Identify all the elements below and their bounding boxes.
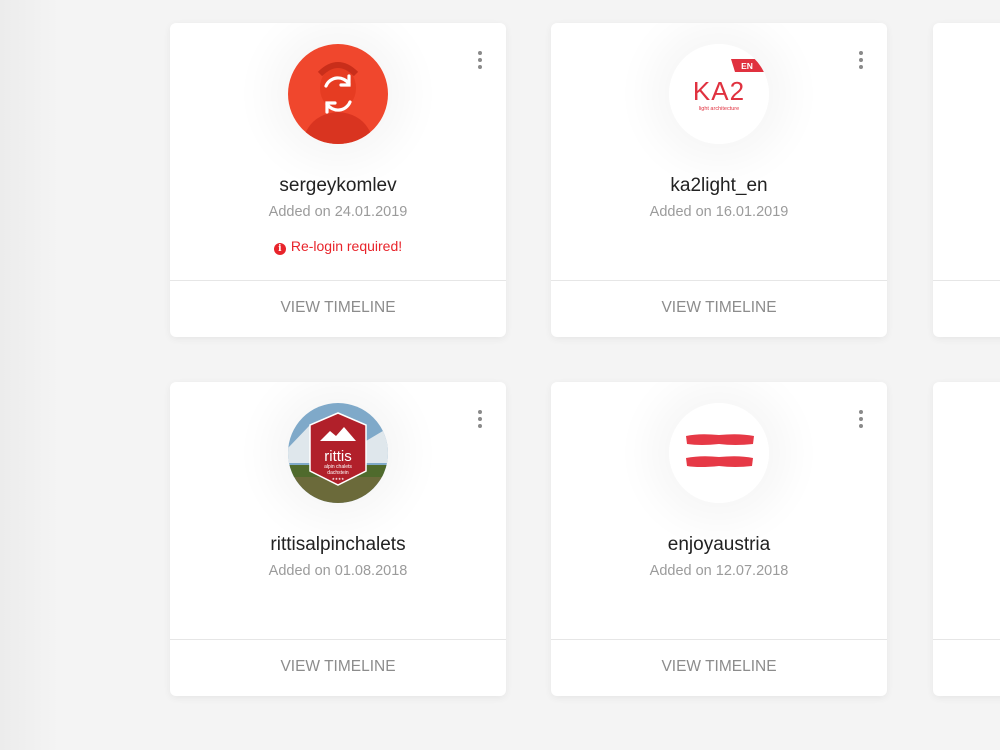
view-timeline-button[interactable]: VIEW TIMELINE (170, 639, 506, 696)
warning-text: Re-login required! (290, 238, 403, 254)
more-options-icon[interactable] (855, 410, 867, 428)
logo-tag: EN (741, 61, 753, 71)
view-timeline-button[interactable]: VIEW TIMELINE (551, 639, 887, 696)
logo-line2: dachstein (327, 470, 349, 476)
more-options-icon[interactable] (855, 51, 867, 69)
avatar (288, 44, 388, 144)
relogin-warning[interactable]: i Re-login required! (170, 238, 506, 255)
account-card-partial (933, 23, 1000, 337)
sidebar-edge (0, 0, 60, 750)
more-options-icon[interactable] (474, 410, 486, 428)
account-name: rittisalpinchalets (270, 534, 406, 555)
view-timeline-button[interactable] (933, 280, 1000, 337)
account-card-partial (933, 382, 1000, 696)
added-date: Added on 24.01.2019 (268, 204, 408, 220)
account-card: EN KA2 light architecture ka2light_en Ad… (551, 23, 887, 337)
view-timeline-button[interactable]: VIEW TIMELINE (551, 280, 887, 337)
account-card: enjoyaustria Added on 12.07.2018 VIEW TI… (551, 382, 887, 696)
avatar-frame: rittis alpin chalets dachstein ★★★★ (288, 403, 388, 503)
view-timeline-button[interactable]: VIEW TIMELINE (170, 280, 506, 337)
avatar-frame (669, 403, 769, 503)
added-date: Added on 12.07.2018 (649, 563, 789, 579)
logo-stars: ★★★★ (332, 477, 345, 481)
account-name: enjoyaustria (667, 534, 771, 555)
account-name: ka2light_en (670, 175, 768, 196)
view-timeline-button[interactable] (933, 639, 1000, 696)
avatar-frame (288, 44, 388, 144)
added-date: Added on 16.01.2019 (649, 204, 789, 220)
rittis-logo: rittis alpin chalets dachstein ★★★★ (288, 403, 388, 503)
ka2-logo: EN KA2 light architecture (669, 44, 769, 144)
account-name: sergeykomlev (279, 175, 397, 196)
account-card: sergeykomlev Added on 24.01.2019 i Re-log… (170, 23, 506, 337)
logo-main: rittis (324, 448, 352, 465)
more-options-icon[interactable] (474, 51, 486, 69)
avatar-frame: EN KA2 light architecture (669, 44, 769, 144)
added-date: Added on 01.08.2018 (268, 563, 408, 579)
logo-sub: light architecture (699, 106, 739, 112)
logo-main: KA2 (693, 76, 745, 106)
account-card: rittis alpin chalets dachstein ★★★★ ritt… (170, 382, 506, 696)
info-icon: i (273, 243, 286, 255)
austria-flag-icon (669, 403, 769, 503)
